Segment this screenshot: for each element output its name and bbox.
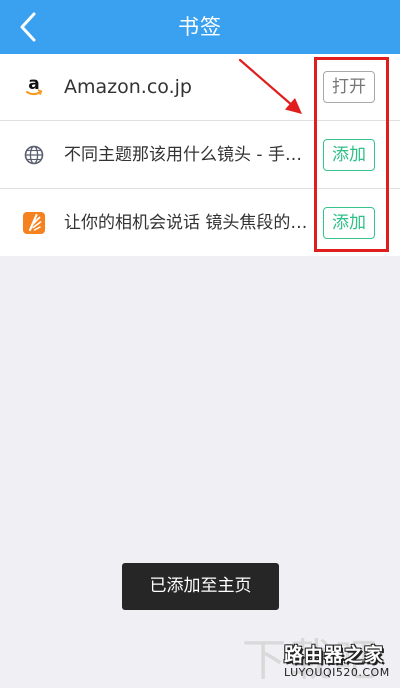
- svg-text:a: a: [28, 75, 39, 94]
- bookmark-title: Amazon.co.jp: [64, 76, 192, 98]
- app-icon: [23, 212, 45, 234]
- watermark-site-name: 路由器之家: [284, 644, 385, 666]
- page-title: 书签: [178, 15, 222, 39]
- highlight-box: [314, 57, 389, 252]
- watermark: 下载吧 路由器之家 LUYOUQI520.COM: [242, 626, 395, 686]
- bookmark-title: 让你的相机会说话 镜头焦段的…: [64, 213, 308, 233]
- bookmark-title: 不同主题那该用什么镜头 - 手…: [64, 145, 302, 165]
- amazon-icon: a: [26, 75, 43, 96]
- toast-message: 已添加至主页: [122, 563, 279, 610]
- watermark-site-url: LUYOUQI520.COM: [284, 666, 390, 679]
- globe-icon: [24, 145, 44, 165]
- title-bar: 书签: [0, 0, 400, 54]
